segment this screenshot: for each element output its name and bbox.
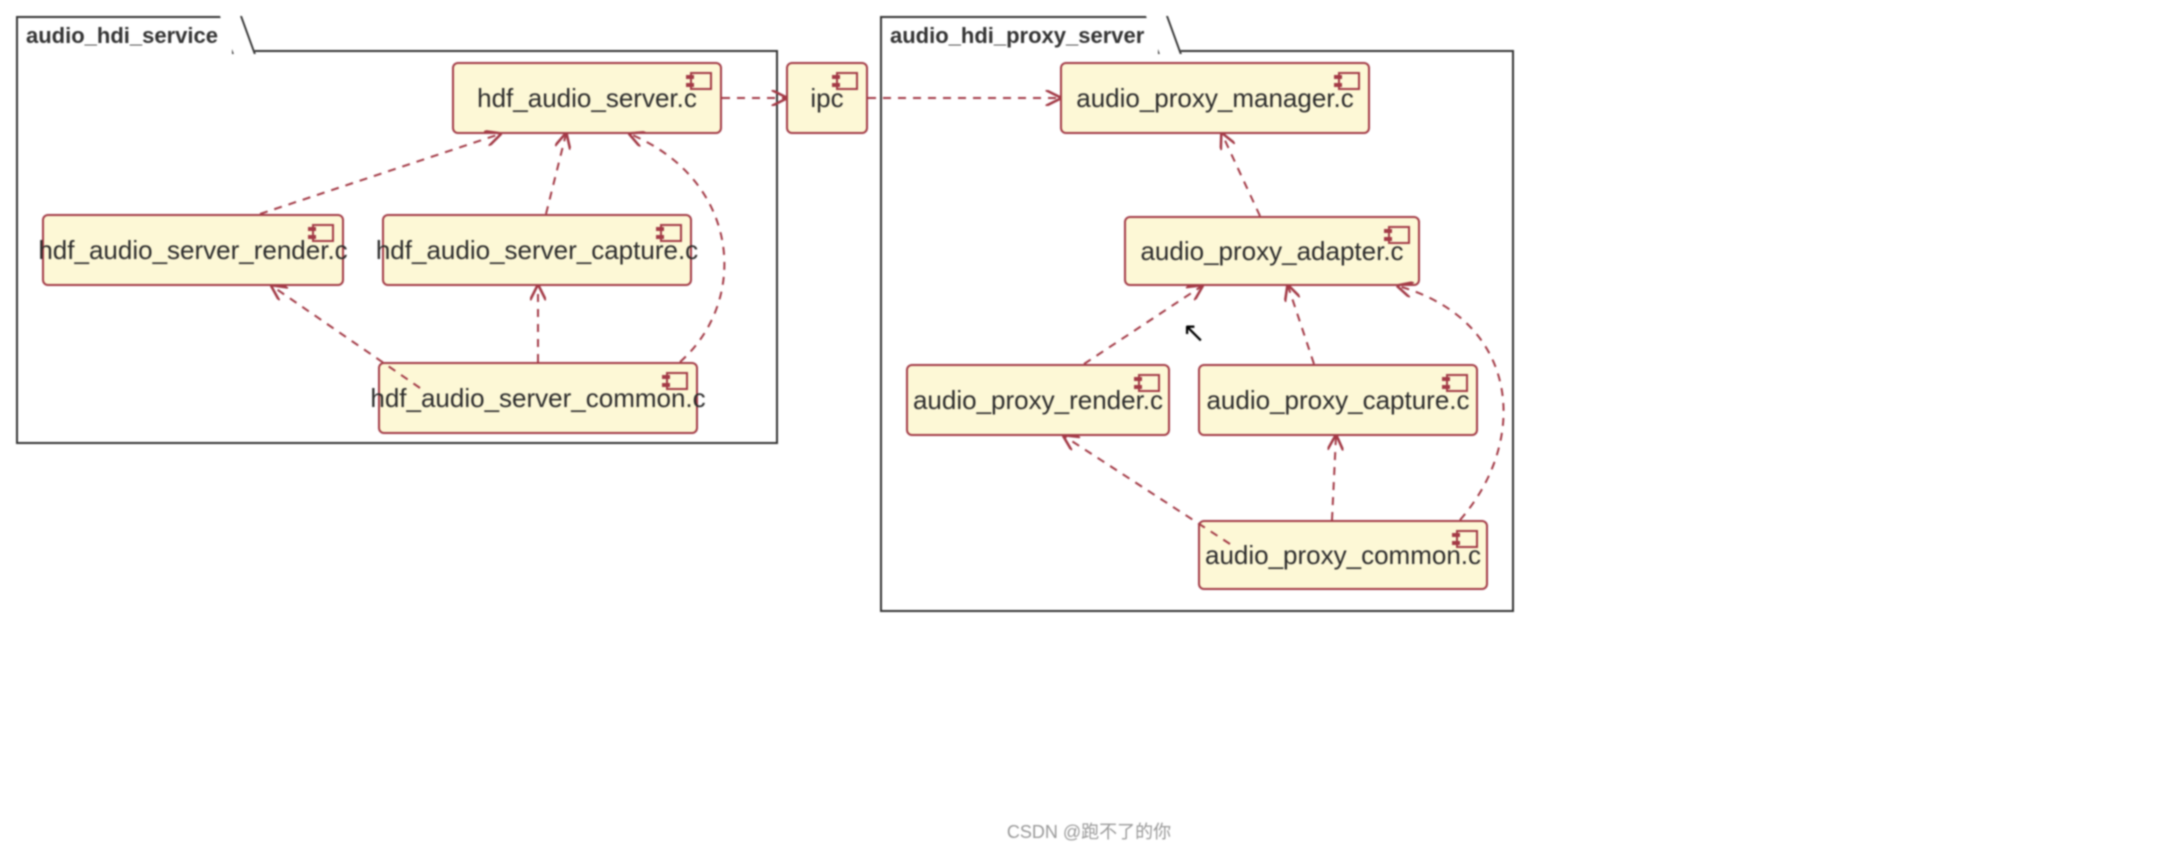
component-icon <box>308 224 334 242</box>
component-hdf-audio-server-capture: hdf_audio_server_capture.c <box>382 214 692 286</box>
component-hdf-audio-server: hdf_audio_server.c <box>452 62 722 134</box>
component-label: hdf_audio_server_common.c <box>370 383 705 414</box>
package-tab-left: audio_hdi_service <box>16 16 234 54</box>
component-audio-proxy-adapter: audio_proxy_adapter.c <box>1124 216 1420 286</box>
component-icon <box>656 224 682 242</box>
component-label: audio_proxy_manager.c <box>1076 83 1354 114</box>
package-label-left: audio_hdi_service <box>26 23 218 49</box>
component-icon <box>686 72 712 90</box>
watermark-text: CSDN @跑不了的你 <box>1007 818 1171 844</box>
component-icon <box>832 72 858 90</box>
component-label: audio_proxy_common.c <box>1205 540 1481 571</box>
component-audio-proxy-common: audio_proxy_common.c <box>1198 520 1488 590</box>
package-tab-right: audio_hdi_proxy_server <box>880 16 1160 54</box>
component-icon <box>1452 530 1478 548</box>
package-label-right: audio_hdi_proxy_server <box>890 23 1144 49</box>
component-audio-proxy-render: audio_proxy_render.c <box>906 364 1170 436</box>
component-icon <box>662 372 688 390</box>
component-label: audio_proxy_capture.c <box>1206 385 1469 416</box>
component-label: hdf_audio_server.c <box>477 83 697 114</box>
component-ipc: ipc <box>786 62 868 134</box>
component-icon <box>1334 72 1360 90</box>
component-icon <box>1442 374 1468 392</box>
component-label: audio_proxy_adapter.c <box>1140 236 1403 267</box>
component-hdf-audio-server-common: hdf_audio_server_common.c <box>378 362 698 434</box>
mouse-cursor-icon: ↖ <box>1182 316 1205 349</box>
component-hdf-audio-server-render: hdf_audio_server_render.c <box>42 214 344 286</box>
component-icon <box>1134 374 1160 392</box>
component-label: audio_proxy_render.c <box>913 385 1163 416</box>
component-label: hdf_audio_server_render.c <box>38 235 347 266</box>
component-audio-proxy-capture: audio_proxy_capture.c <box>1198 364 1478 436</box>
component-label: hdf_audio_server_capture.c <box>376 235 698 266</box>
component-audio-proxy-manager: audio_proxy_manager.c <box>1060 62 1370 134</box>
component-icon <box>1384 226 1410 244</box>
